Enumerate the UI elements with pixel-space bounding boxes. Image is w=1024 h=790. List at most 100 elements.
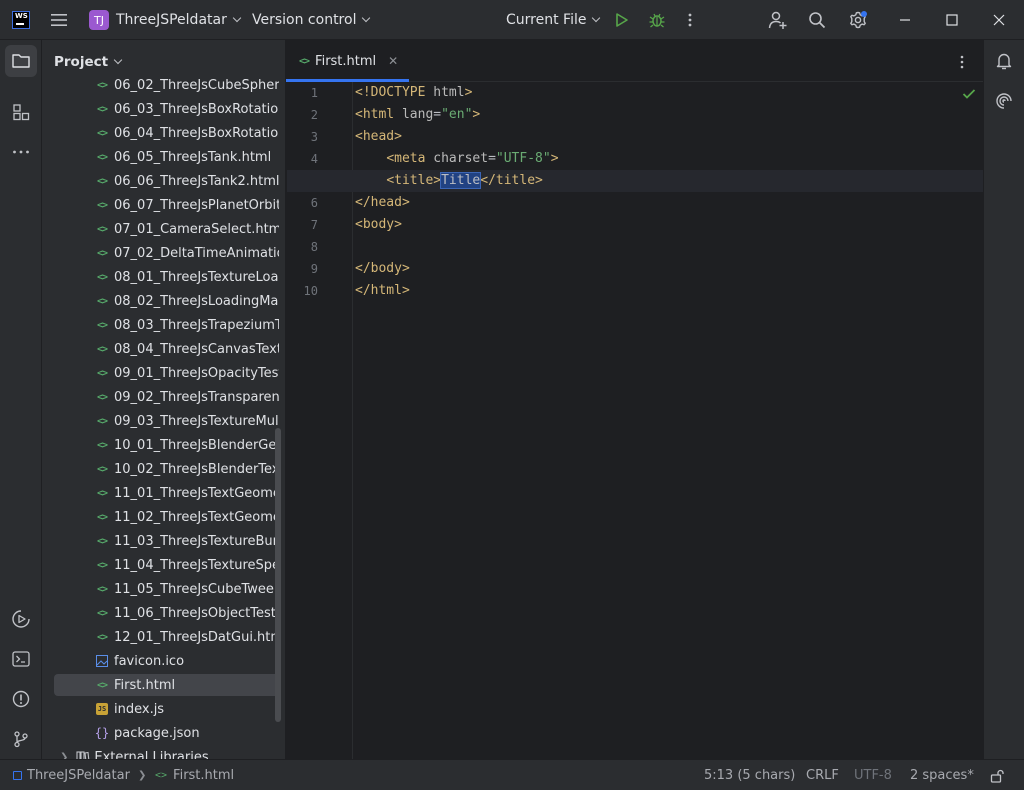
tree-item[interactable]: <> 08_02_ThreeJsLoadingMana — [54, 290, 279, 312]
tree-item-label: package.json — [114, 725, 200, 741]
tree-item-label: 08_02_ThreeJsLoadingMana — [114, 293, 279, 309]
tree-item[interactable]: <> 06_02_ThreeJsCubeSphere — [54, 74, 279, 96]
html-file-icon: <> — [96, 295, 108, 307]
line-number[interactable]: 2 — [286, 108, 318, 122]
breadcrumb-project-label: ThreeJSPeldatar — [27, 768, 130, 783]
tree-item[interactable]: <> 11_01_ThreeJsTextGeometr — [54, 482, 279, 504]
maximize-button[interactable] — [929, 0, 975, 40]
editor-area: <> First.html ✕ 12345678910 <!DOCTYPE ht… — [285, 40, 984, 759]
right-tool-window-strip — [983, 40, 1024, 759]
code-line-9[interactable]: </body> — [355, 258, 410, 280]
minimize-button[interactable] — [882, 0, 928, 40]
code-with-me-button[interactable] — [768, 0, 788, 40]
html-file-icon: <> — [96, 271, 108, 283]
line-number[interactable]: 6 — [286, 196, 318, 210]
settings-button[interactable] — [848, 0, 868, 40]
tree-item[interactable]: <> 10_01_ThreeJsBlenderGeom — [54, 434, 279, 456]
module-icon — [13, 771, 22, 780]
tree-item[interactable]: <> 11_05_ThreeJsCubeTween. — [54, 578, 279, 600]
tree-item[interactable]: <> 11_02_ThreeJsTextGeometr — [54, 506, 279, 528]
main-menu-button[interactable] — [50, 0, 68, 40]
caret-position[interactable]: 5:13 (5 chars) — [704, 760, 795, 790]
services-tool-button[interactable] — [5, 603, 37, 635]
tree-item[interactable]: <> 09_02_ThreeJsTransparent — [54, 386, 279, 408]
more-actions-button[interactable] — [686, 0, 694, 40]
tree-item[interactable]: <> 07_02_DeltaTimeAnimationT — [54, 242, 279, 264]
code-line-2[interactable]: <html lang="en"> — [355, 104, 480, 126]
line-number[interactable]: 4 — [286, 152, 318, 166]
webstorm-logo-icon[interactable]: WS — [12, 11, 30, 29]
tab-actions-button[interactable] — [958, 54, 966, 74]
indent-settings[interactable]: 2 spaces* — [910, 760, 974, 790]
problems-tool-button[interactable] — [5, 683, 37, 715]
more-tool-windows-button[interactable] — [5, 136, 37, 168]
tree-item-label: External Libraries — [94, 749, 209, 760]
no-problems-check-icon[interactable] — [962, 88, 976, 104]
tree-item[interactable]: {} package.json — [54, 722, 279, 744]
debug-button[interactable] — [648, 0, 666, 40]
git-tool-button[interactable] — [5, 723, 37, 755]
project-avatar: TJ — [89, 10, 109, 30]
tree-item[interactable]: <> 11_06_ThreeJsObjectTester — [54, 602, 279, 624]
structure-tool-button[interactable] — [5, 96, 37, 128]
chevron-down-icon — [113, 55, 123, 65]
tree-item[interactable]: <> 09_03_ThreeJsTextureMulti — [54, 410, 279, 432]
code-line-1[interactable]: <!DOCTYPE html> — [355, 82, 472, 104]
code-line-6[interactable]: </head> — [355, 192, 410, 214]
project-selector[interactable]: ThreeJSPeldatar — [116, 0, 242, 40]
version-control-menu[interactable]: Version control — [252, 0, 371, 40]
tree-item[interactable]: <> 06_05_ThreeJsTank.html — [54, 146, 279, 168]
tree-item[interactable]: <> 08_04_ThreeJsCanvasTextT — [54, 338, 279, 360]
tree-item[interactable]: <> 06_06_ThreeJsTank2.html — [54, 170, 279, 192]
tree-item[interactable]: <> 06_03_ThreeJsBoxRotation — [54, 98, 279, 120]
line-separator[interactable]: CRLF — [806, 760, 839, 790]
tree-item[interactable]: <> First.html — [54, 674, 279, 696]
breadcrumb-project[interactable]: ThreeJSPeldatar — [13, 760, 130, 790]
tree-item[interactable]: <> 07_01_CameraSelect.html — [54, 218, 279, 240]
search-everywhere-button[interactable] — [808, 0, 826, 40]
code-line-5[interactable]: <title>Title</title> — [287, 170, 983, 192]
run-configuration-selector[interactable]: Current File — [506, 0, 601, 40]
tree-item[interactable]: <> 10_02_ThreeJsBlenderTextu — [54, 458, 279, 480]
tree-item[interactable]: <> 11_03_ThreeJsTextureBump — [54, 530, 279, 552]
html-file-icon: <> — [96, 367, 108, 379]
tab-label: First.html — [315, 53, 377, 69]
version-control-label: Version control — [252, 12, 357, 28]
line-number[interactable]: 1 — [286, 86, 318, 100]
tree-item[interactable]: favicon.ico — [54, 650, 279, 672]
breadcrumb-file[interactable]: <> First.html — [155, 760, 234, 790]
tree-item[interactable]: <> 06_04_ThreeJsBoxRotation — [54, 122, 279, 144]
terminal-tool-button[interactable] — [5, 643, 37, 675]
line-number[interactable]: 8 — [286, 240, 318, 254]
ai-assistant-button[interactable] — [988, 85, 1020, 117]
tree-item[interactable]: <> 06_07_ThreeJsPlanetOrbit.h — [54, 194, 279, 216]
file-encoding[interactable]: UTF-8 — [854, 760, 892, 790]
line-number[interactable]: 9 — [286, 262, 318, 276]
close-window-button[interactable] — [976, 0, 1022, 40]
run-button[interactable] — [614, 0, 630, 40]
update-badge — [861, 11, 867, 17]
project-scrollbar[interactable] — [275, 428, 281, 722]
code-line-7[interactable]: <body> — [355, 214, 402, 236]
code-line-10[interactable]: </html> — [355, 280, 410, 302]
tab-first-html[interactable]: <> First.html ✕ — [286, 40, 409, 82]
tree-item[interactable]: JS index.js — [54, 698, 279, 720]
project-tool-button[interactable] — [5, 45, 37, 77]
tree-item-label: 08_03_ThreeJsTrapeziumTe — [114, 317, 279, 333]
tree-item-label: 11_03_ThreeJsTextureBump — [114, 533, 279, 549]
code-line-3[interactable]: <head> — [355, 126, 402, 148]
notifications-button[interactable] — [988, 45, 1020, 77]
tree-item-label: First.html — [114, 677, 176, 693]
tree-item[interactable]: <> 08_03_ThreeJsTrapeziumTe — [54, 314, 279, 336]
line-number[interactable]: 10 — [286, 284, 318, 298]
line-number[interactable]: 3 — [286, 130, 318, 144]
read-only-toggle[interactable] — [990, 760, 1004, 790]
tree-item-external-libraries[interactable]: ❯ External Libraries — [54, 746, 279, 759]
line-number[interactable]: 7 — [286, 218, 318, 232]
tree-item[interactable]: <> 08_01_ThreeJsTextureLoade — [54, 266, 279, 288]
tree-item[interactable]: <> 09_01_ThreeJsOpacityTeste — [54, 362, 279, 384]
tree-item[interactable]: <> 11_04_ThreeJsTextureSpec — [54, 554, 279, 576]
code-line-4[interactable]: <meta charset="UTF-8"> — [355, 148, 558, 170]
close-tab-icon[interactable]: ✕ — [388, 54, 398, 68]
tree-item[interactable]: <> 12_01_ThreeJsDatGui.html — [54, 626, 279, 648]
